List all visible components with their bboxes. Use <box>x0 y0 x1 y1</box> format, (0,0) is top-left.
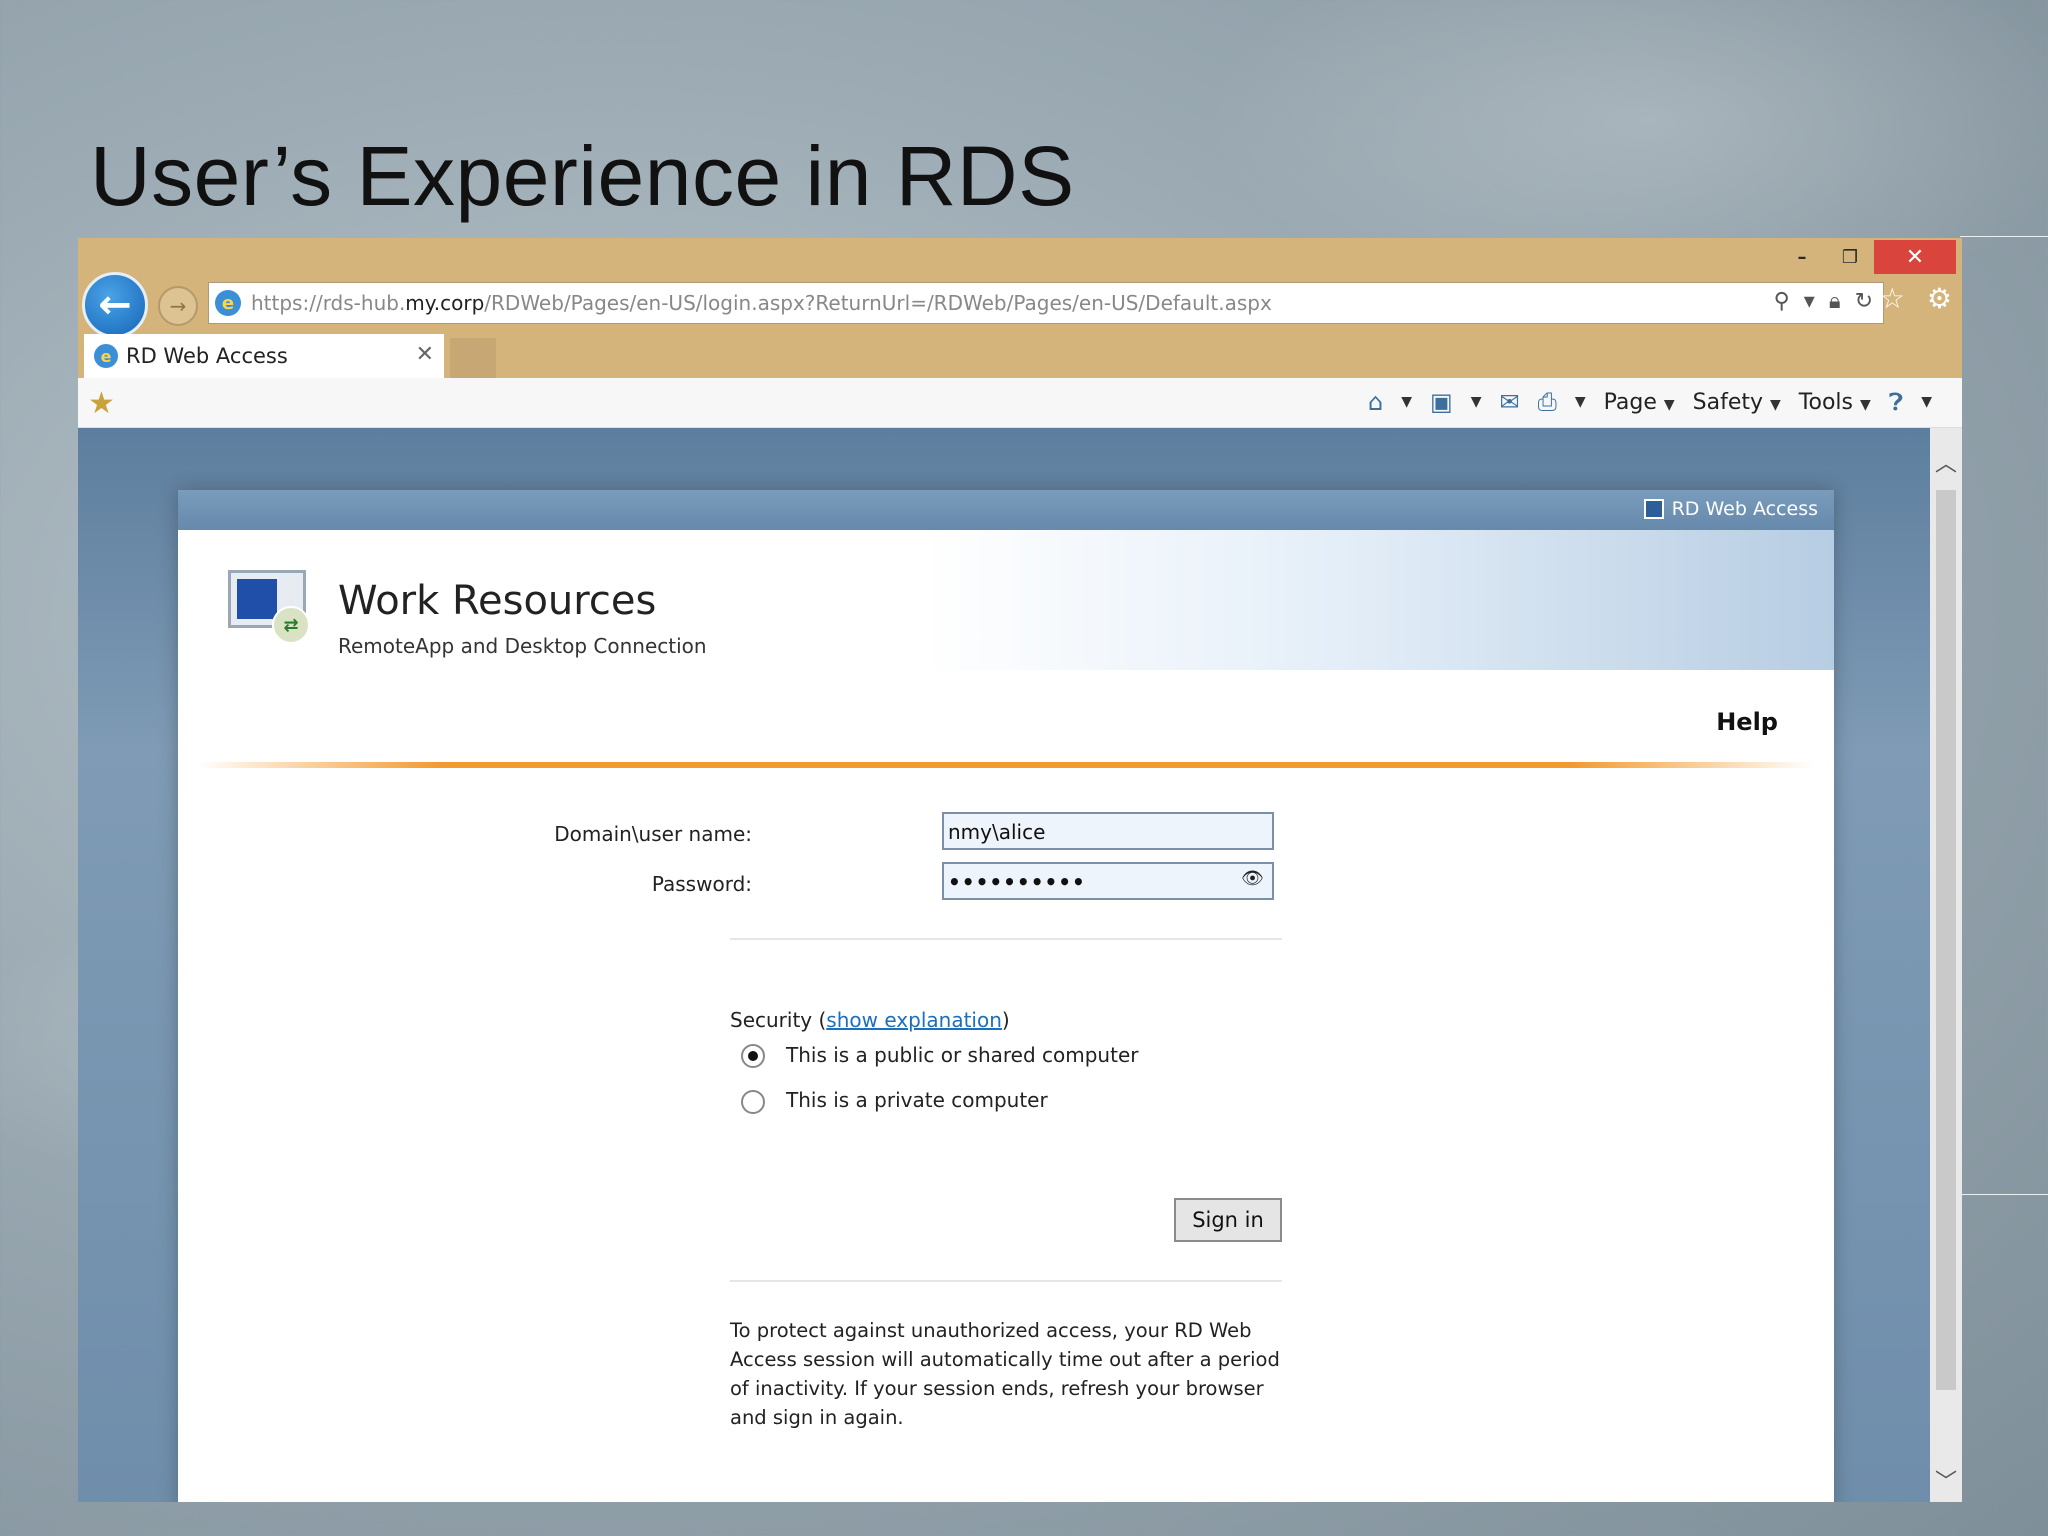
favorites-star-icon[interactable]: ☆ <box>1880 282 1905 315</box>
window-controls: – ❐ ✕ <box>1778 240 1956 274</box>
back-arrow-icon: ← <box>98 282 132 328</box>
dropdown-caret-icon[interactable]: ▼ <box>1471 394 1482 410</box>
feeds-icon[interactable]: ▣ <box>1430 388 1453 416</box>
slide-divider <box>1960 1194 2048 1195</box>
scroll-thumb[interactable] <box>1936 490 1956 1390</box>
back-button[interactable]: ← <box>82 272 148 338</box>
remote-desktop-logo-icon: ⇄ <box>228 570 312 644</box>
username-label: Domain\user name: <box>554 822 752 846</box>
tab-close-icon[interactable]: ✕ <box>416 342 434 367</box>
help-icon[interactable]: ❓︎ <box>1889 388 1903 416</box>
slide-divider <box>1960 236 2048 237</box>
username-field[interactable]: nmy\alice <box>942 812 1274 850</box>
rdweb-topbar-label: RD Web Access <box>1643 498 1818 520</box>
page-viewport: RD Web Access ⇄ Work Resources RemoteApp… <box>78 428 1930 1502</box>
tools-menu[interactable]: Tools ▼ <box>1799 390 1871 415</box>
reveal-password-icon[interactable]: 👁︎ <box>1241 868 1264 889</box>
scroll-up-icon[interactable]: ︿ <box>1930 446 1962 478</box>
dropdown-caret-icon[interactable]: ▼ <box>1921 394 1932 410</box>
private-computer-radio[interactable] <box>741 1090 765 1114</box>
timeout-notice: To protect against unauthorized access, … <box>730 1319 1280 1429</box>
public-computer-radio[interactable] <box>741 1044 765 1068</box>
password-value: •••••••••• <box>948 870 1086 894</box>
command-bar: ★ ⌂ ▼ ▣ ▼ ✉ ⎙ ▼ Page ▼ Safety ▼ Tools ▼ … <box>78 378 1962 428</box>
dropdown-caret-icon[interactable]: ▼ <box>1575 394 1586 410</box>
form-separator <box>730 938 1282 940</box>
rdweb-header: ⇄ Work Resources RemoteApp and Desktop C… <box>178 530 1834 670</box>
dropdown-caret-icon[interactable]: ▾ <box>1804 289 1815 314</box>
password-label: Password: <box>651 872 752 896</box>
form-separator <box>730 1280 1282 1282</box>
sign-in-button[interactable]: Sign in <box>1174 1198 1282 1242</box>
search-icon[interactable]: ⚲ <box>1774 289 1790 314</box>
show-explanation-link[interactable]: show explanation <box>826 1008 1002 1032</box>
slide-title: User’s Experience in RDS <box>90 129 1075 223</box>
public-computer-label[interactable]: This is a public or shared computer <box>786 1043 1138 1067</box>
private-computer-label[interactable]: This is a private computer <box>786 1088 1048 1112</box>
add-favorites-icon[interactable]: ★ <box>88 386 115 421</box>
security-label: Security (show explanation) <box>730 1008 1010 1032</box>
rd-web-access-icon <box>1643 499 1664 519</box>
forward-button[interactable]: → <box>158 286 198 326</box>
command-items: ⌂ ▼ ▣ ▼ ✉ ⎙ ▼ Page ▼ Safety ▼ Tools ▼ ❓︎… <box>1368 388 1932 416</box>
rdweb-topbar: RD Web Access <box>178 490 1834 530</box>
chevron-down-icon: ▼ <box>1663 396 1675 413</box>
home-page-icon[interactable]: ⌂ <box>1368 388 1383 416</box>
scroll-down-icon[interactable]: ﹀ <box>1930 1464 1962 1496</box>
print-icon[interactable]: ⎙ <box>1538 388 1557 416</box>
chevron-down-icon: ▼ <box>1860 396 1871 413</box>
home-icon[interactable]: ⌂ <box>1840 282 1858 315</box>
page-menu[interactable]: Page ▼ <box>1604 390 1675 415</box>
page-subtitle: RemoteApp and Desktop Connection <box>338 634 707 658</box>
ie-page-icon: e <box>215 290 241 316</box>
browser-window: – ❐ ✕ ← → e https://rds-hub.my.corp/RDWe… <box>78 238 1962 1502</box>
lock-icon[interactable]: 🔒︎ <box>1829 289 1841 314</box>
browser-icons: ⌂ ☆ ⚙ <box>1840 282 1952 315</box>
help-link[interactable]: Help <box>1716 708 1778 736</box>
chevron-down-icon: ▼ <box>1770 396 1781 413</box>
address-url[interactable]: https://rds-hub.my.corp/RDWeb/Pages/en-U… <box>251 291 1272 315</box>
settings-gear-icon[interactable]: ⚙ <box>1927 282 1952 315</box>
ie-tab-icon: e <box>94 344 118 368</box>
forward-arrow-icon: → <box>169 294 187 318</box>
page-title: Work Resources <box>338 578 657 624</box>
close-button[interactable]: ✕ <box>1874 240 1956 274</box>
restore-button[interactable]: ❐ <box>1826 240 1874 274</box>
tab-label: RD Web Access <box>126 344 288 368</box>
password-field[interactable]: •••••••••• 👁︎ <box>942 862 1274 900</box>
minimize-button[interactable]: – <box>1778 240 1826 274</box>
vertical-scrollbar[interactable]: ︿ ﹀ <box>1930 428 1962 1502</box>
tab-rd-web-access[interactable]: e RD Web Access ✕ <box>84 334 444 378</box>
dropdown-caret-icon[interactable]: ▼ <box>1401 394 1412 410</box>
navigation-row: ← → e https://rds-hub.my.corp/RDWeb/Page… <box>78 272 1962 338</box>
tab-row: e RD Web Access ✕ <box>78 334 1962 378</box>
rdweb-panel: RD Web Access ⇄ Work Resources RemoteApp… <box>178 490 1834 1502</box>
new-tab-button[interactable] <box>450 338 496 378</box>
header-divider <box>198 762 1814 768</box>
safety-menu[interactable]: Safety ▼ <box>1693 390 1781 415</box>
mail-icon[interactable]: ✉ <box>1500 388 1520 416</box>
address-bar[interactable]: e https://rds-hub.my.corp/RDWeb/Pages/en… <box>208 282 1884 324</box>
